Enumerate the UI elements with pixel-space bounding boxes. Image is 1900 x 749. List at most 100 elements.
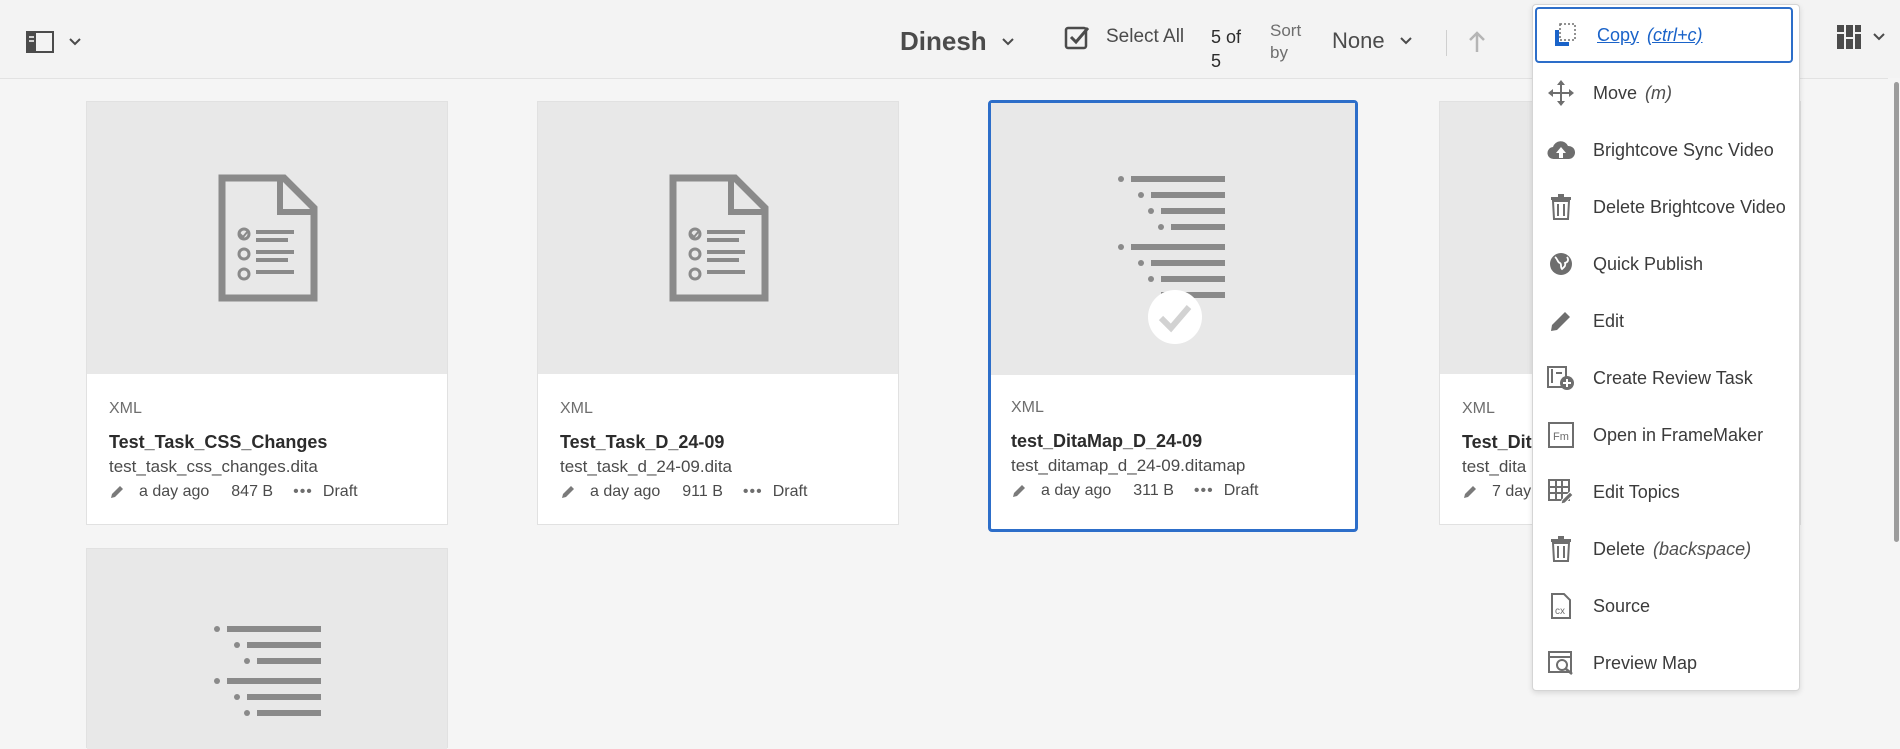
asset-card[interactable]: XML Test_Task_D_24-09 test_task_d_24-09.… [537,101,899,525]
menu-item-delete-brightcove[interactable]: Delete Brightcove Video [1533,181,1799,233]
owner-filter-dropdown[interactable]: Dinesh [900,26,1015,57]
menu-item-source[interactable]: cx Source [1533,580,1799,632]
menu-item-label: Move [1593,82,1638,103]
card-thumbnail [87,549,447,749]
framemaker-icon: Fm [1547,421,1575,449]
card-size: 847 B [231,483,274,500]
card-thumbnail [87,102,447,374]
task-document-icon [218,174,318,302]
preview-map-icon [1547,649,1575,677]
globe-icon [1547,250,1575,278]
menu-item-shortcut: (ctrl+c) [1647,24,1703,45]
menu-item-quick-publish[interactable]: Quick Publish [1533,238,1799,290]
chevron-down-icon [69,38,81,46]
card-type: XML [560,400,593,417]
more-dots-icon: ••• [293,483,313,500]
menu-item-label: Delete [1593,538,1646,559]
rail-toggle-button[interactable] [26,30,82,54]
cloud-upload-icon [1547,136,1575,164]
menu-item-label: Edit [1593,310,1625,331]
menu-item-move[interactable]: Move (m) [1533,67,1799,119]
menu-item-edit[interactable]: Edit [1533,295,1799,347]
card-title[interactable]: test_DitaMap_D_24-09 [1011,431,1343,452]
pencil-icon [1013,485,1025,497]
owner-label: Dinesh [900,26,987,56]
toolbar-divider [1446,30,1447,56]
card-info: a day ago 311 B ••• Draft [1011,482,1343,500]
svg-text:Fm: Fm [1553,431,1569,443]
trash-icon [1547,535,1575,563]
menu-item-brightcove-sync[interactable]: Brightcove Sync Video [1533,124,1799,176]
menu-item-label: Brightcove Sync Video [1593,139,1774,160]
source-icon: cx [1547,592,1575,620]
chevron-down-icon [1399,37,1412,45]
card-status: Draft [1223,482,1259,499]
arrow-up-icon [1469,31,1485,52]
sidebar-icon [26,31,54,53]
card-size: 911 B [682,483,723,500]
card-title[interactable]: Test_Task_D_24-09 [560,432,886,453]
card-info: a day ago 911 B ••• Draft [560,483,886,501]
review-task-icon [1547,364,1575,392]
menu-item-label: Open in FrameMaker [1593,424,1764,445]
edit-topics-icon [1547,478,1575,506]
card-view-icon [1837,25,1861,49]
card-filename: test_task_css_changes.dita [109,457,318,476]
chevron-down-icon [1873,33,1885,41]
menu-item-create-review-task[interactable]: Create Review Task [1533,352,1799,404]
card-modified: a day ago [590,483,661,500]
card-type: XML [1011,399,1044,416]
task-document-icon [669,174,769,302]
card-size: 311 B [1133,482,1174,499]
sort-direction-button[interactable] [1467,30,1487,59]
card-thumbnail [991,103,1355,375]
asset-card[interactable] [86,548,448,749]
card-status: Draft [322,483,358,500]
chevron-down-icon [1001,37,1014,45]
menu-item-label: Delete Brightcove Video [1593,196,1786,217]
sort-value: None [1332,28,1385,53]
card-modified: a day ago [139,483,210,500]
ditamap-icon [214,626,321,716]
sort-by-label: Sort by [1270,21,1302,62]
select-all-label: Select All [1106,26,1185,47]
pencil-icon [562,486,574,498]
card-modified: 7 day [1492,483,1532,500]
menu-item-delete[interactable]: Delete (backspace) [1533,523,1799,575]
card-title[interactable]: Test_Task_CSS_Changes [109,432,435,453]
move-icon [1547,79,1575,107]
card-info: a day ago 847 B ••• Draft [109,483,435,501]
menu-item-label: Copy [1597,24,1640,45]
card-type: XML [109,400,142,417]
more-dots-icon: ••• [742,483,763,500]
pencil-icon [1464,486,1476,498]
ditamap-icon [1118,176,1225,298]
actions-menu: Copy (ctrl+c) Move (m) Brightcove Sync V… [1532,4,1800,691]
menu-item-shortcut: (backspace) [1653,538,1752,559]
asset-card[interactable]: XML Test_Task_CSS_Changes test_task_css_… [86,101,448,525]
card-modified: a day ago [1041,482,1112,499]
view-switcher-button[interactable] [1836,24,1886,50]
trash-icon [1547,193,1575,221]
select-all-button[interactable]: Select All [1064,24,1184,50]
menu-item-edit-topics[interactable]: Edit Topics [1533,466,1799,518]
asset-card-selected[interactable]: XML test_DitaMap_D_24-09 test_ditamap_d_… [988,100,1358,532]
menu-item-label: Create Review Task [1593,367,1753,388]
card-filename: test_ditamap_d_24-09.ditamap [1011,456,1246,475]
menu-item-label: Preview Map [1593,652,1698,673]
card-status: Draft [772,483,808,500]
more-dots-icon: ••• [1193,482,1214,499]
svg-text:cx: cx [1555,606,1565,617]
pencil-icon [111,486,123,498]
pencil-icon [1547,307,1575,335]
menu-item-label: Edit Topics [1593,481,1680,502]
copy-icon [1551,21,1579,49]
sort-dropdown[interactable]: None [1332,28,1413,54]
menu-item-preview-map[interactable]: Preview Map [1533,637,1799,689]
menu-item-label: Quick Publish [1593,253,1704,274]
menu-item-shortcut: (m) [1645,82,1672,103]
card-thumbnail [538,102,898,374]
menu-item-copy[interactable]: Copy (ctrl+c) [1535,7,1793,63]
menu-item-open-framemaker[interactable]: Fm Open in FrameMaker [1533,409,1799,461]
scrollbar-thumb[interactable] [1894,82,1899,542]
